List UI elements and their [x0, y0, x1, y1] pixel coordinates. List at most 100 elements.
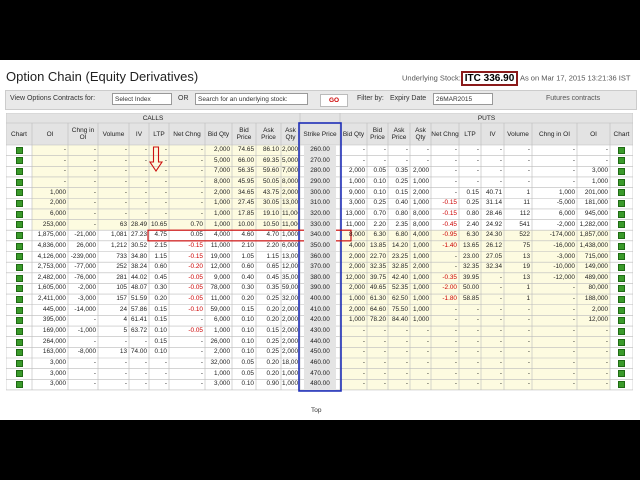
- chart-icon[interactable]: [15, 200, 23, 208]
- column-header[interactable]: Volume: [98, 123, 129, 145]
- column-header[interactable]: Ask Qty: [410, 123, 431, 145]
- column-header[interactable]: Strike Price: [300, 123, 340, 145]
- chart-icon[interactable]: [618, 221, 625, 229]
- chart-icon[interactable]: [618, 306, 625, 314]
- chart-icon[interactable]: [618, 370, 625, 378]
- table-cell[interactable]: 13.65: [460, 241, 479, 252]
- chart-icon[interactable]: [618, 210, 625, 218]
- chart-icon[interactable]: [618, 200, 625, 208]
- table-cell[interactable]: 23.00: [460, 252, 479, 263]
- table-cell[interactable]: 0.45: [150, 273, 167, 284]
- chart-icon[interactable]: [15, 306, 23, 314]
- strike-price-cell[interactable]: 450.00: [304, 347, 336, 358]
- column-header[interactable]: Bid Qty: [205, 123, 232, 145]
- column-header[interactable]: Chng in OI: [68, 123, 98, 145]
- chart-icon[interactable]: [15, 338, 23, 346]
- column-header[interactable]: OI: [577, 123, 610, 145]
- chart-icon[interactable]: [15, 349, 23, 357]
- column-header[interactable]: LTP: [149, 123, 169, 145]
- chart-icon[interactable]: [618, 381, 625, 389]
- chart-icon[interactable]: [15, 327, 23, 335]
- column-header[interactable]: Chng in OI: [532, 123, 577, 145]
- table-cell[interactable]: 2.40: [460, 220, 479, 231]
- table-cell[interactable]: 32.35: [460, 262, 479, 273]
- table-cell[interactable]: 0.20: [150, 294, 167, 305]
- strike-price-cell[interactable]: 300.00: [304, 187, 336, 199]
- chart-icon[interactable]: [618, 317, 625, 325]
- chart-icon[interactable]: [15, 146, 23, 154]
- strike-price-cell[interactable]: 260.00: [304, 145, 336, 156]
- chart-icon[interactable]: [618, 178, 625, 186]
- table-cell[interactable]: 0.60: [150, 262, 167, 273]
- table-cell[interactable]: 0.30: [150, 283, 167, 294]
- table-cell[interactable]: 39.95: [460, 273, 479, 284]
- column-header[interactable]: Ask Price: [388, 123, 410, 145]
- table-cell[interactable]: 2.15: [150, 241, 167, 252]
- chart-icon[interactable]: [15, 157, 23, 165]
- column-header[interactable]: Chart: [610, 123, 633, 145]
- futures-contracts-link[interactable]: Futures contracts: [546, 95, 600, 102]
- chart-icon[interactable]: [15, 168, 23, 176]
- table-cell[interactable]: 0.10: [150, 347, 167, 358]
- chart-icon[interactable]: [618, 232, 625, 239]
- chart-icon[interactable]: [618, 327, 625, 335]
- strike-price-cell[interactable]: 360.00: [304, 251, 336, 262]
- chart-icon[interactable]: [618, 359, 625, 367]
- select-index-dropdown[interactable]: Select Index: [112, 93, 172, 105]
- strike-price-cell[interactable]: 280.00: [304, 166, 336, 177]
- column-header[interactable]: Bid Price: [232, 123, 256, 145]
- chart-icon[interactable]: [618, 242, 625, 250]
- strike-price-cell[interactable]: 470.00: [304, 368, 336, 380]
- chart-icon[interactable]: [15, 263, 23, 271]
- chart-icon[interactable]: [15, 221, 23, 229]
- table-cell[interactable]: 10.65: [150, 220, 167, 231]
- column-header[interactable]: Net Chng: [169, 123, 205, 145]
- column-header[interactable]: LTP: [459, 123, 481, 145]
- strike-price-cell[interactable]: 400.00: [304, 294, 336, 305]
- table-cell[interactable]: 0.15: [460, 188, 479, 199]
- chart-icon[interactable]: [618, 263, 625, 271]
- chart-icon[interactable]: [618, 168, 625, 176]
- strike-price-cell[interactable]: 370.00: [304, 262, 336, 273]
- chart-icon[interactable]: [15, 381, 23, 389]
- chart-icon[interactable]: [618, 349, 625, 357]
- strike-price-cell[interactable]: 340.00: [304, 230, 336, 241]
- strike-price-cell[interactable]: 430.00: [304, 326, 336, 337]
- table-cell[interactable]: 0.10: [150, 326, 167, 337]
- strike-price-cell[interactable]: 290.00: [304, 176, 336, 188]
- table-cell[interactable]: 0.15: [150, 315, 167, 326]
- chart-icon[interactable]: [15, 274, 23, 282]
- column-header[interactable]: Ask Price: [256, 123, 281, 145]
- chart-icon[interactable]: [15, 359, 23, 367]
- column-header[interactable]: Net Chng: [431, 123, 459, 145]
- chart-icon[interactable]: [15, 295, 23, 303]
- strike-price-cell[interactable]: 440.00: [304, 336, 336, 348]
- chart-icon[interactable]: [618, 157, 625, 165]
- table-cell[interactable]: 4.75: [150, 230, 167, 241]
- strike-price-cell[interactable]: 410.00: [304, 304, 336, 316]
- chart-icon[interactable]: [15, 210, 23, 218]
- chart-icon[interactable]: [618, 338, 625, 346]
- underlying-search-input[interactable]: Search for an underlying stock:: [195, 93, 308, 105]
- table-cell[interactable]: 0.80: [460, 209, 479, 220]
- strike-price-cell[interactable]: 310.00: [304, 198, 336, 209]
- chart-icon[interactable]: [618, 189, 625, 197]
- column-header[interactable]: IV: [481, 123, 504, 145]
- chart-icon[interactable]: [15, 178, 23, 186]
- strike-price-cell[interactable]: 380.00: [304, 272, 336, 284]
- column-header[interactable]: Ask Qty: [281, 123, 300, 145]
- column-header[interactable]: IV: [129, 123, 149, 145]
- table-cell[interactable]: 50.00: [460, 283, 479, 294]
- table-cell[interactable]: 6.30: [460, 230, 479, 241]
- expiry-date-dropdown[interactable]: 26MAR2015: [433, 93, 493, 105]
- table-cell[interactable]: 1.15: [150, 252, 167, 263]
- go-button[interactable]: GO: [320, 94, 348, 107]
- table-cell[interactable]: 0.25: [460, 198, 479, 209]
- column-header[interactable]: Bid Price: [367, 123, 388, 145]
- chart-icon[interactable]: [618, 253, 625, 261]
- chart-icon[interactable]: [15, 253, 23, 261]
- table-cell[interactable]: 0.15: [150, 305, 167, 316]
- strike-price-cell[interactable]: 270.00: [304, 155, 336, 167]
- table-cell[interactable]: 0.15: [150, 337, 167, 348]
- strike-price-cell[interactable]: 480.00: [304, 379, 336, 390]
